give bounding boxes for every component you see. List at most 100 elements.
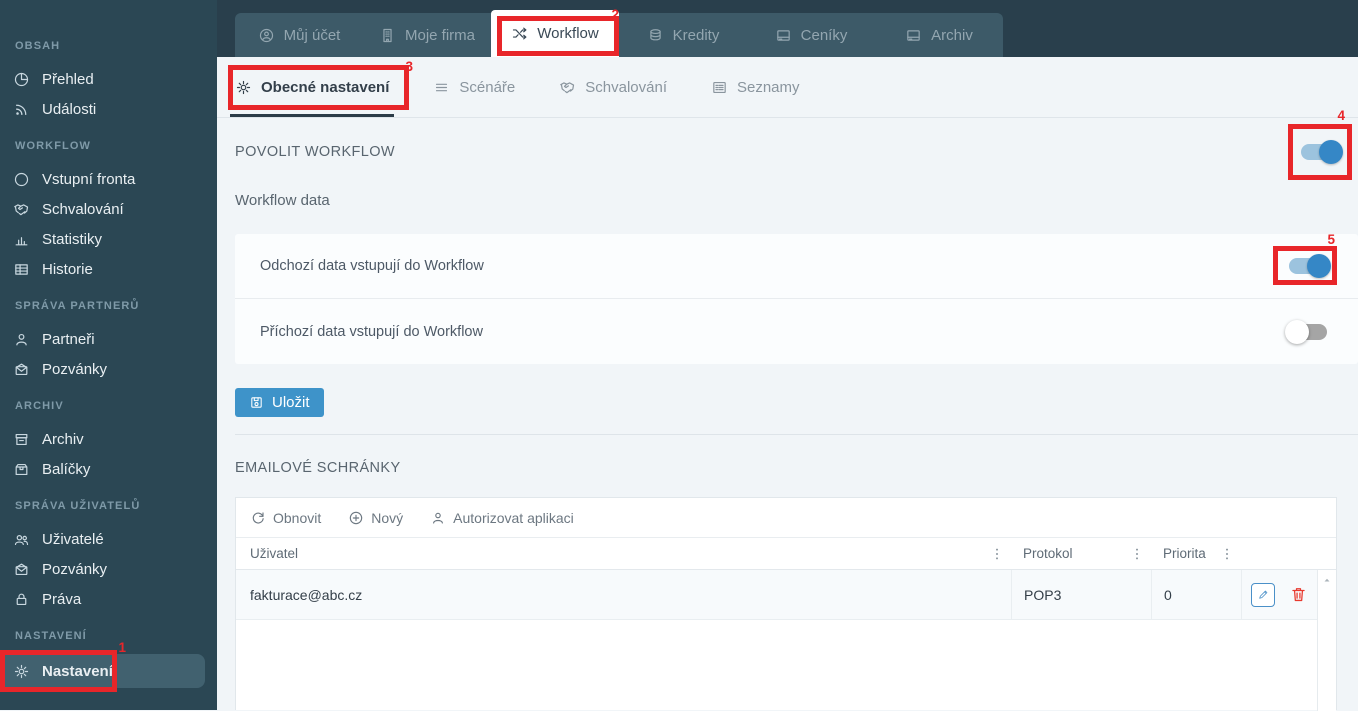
enable-workflow-toggle[interactable]: 4 (1298, 141, 1342, 163)
handshake-icon (559, 79, 576, 96)
sidebar-item-prava[interactable]: Práva (0, 584, 217, 614)
table-body: fakturace@abc.cz POP3 0 (236, 569, 1336, 711)
caret-up-icon (1322, 575, 1332, 585)
refresh-button[interactable]: Obnovit (250, 510, 321, 526)
plus-circle-icon (348, 510, 364, 526)
cell-protokol: POP3 (1011, 570, 1151, 619)
sidebar-section-sprava-partneru: SPRÁVA PARTNERŮ (0, 300, 217, 318)
subtab-bar: Obecné nastavení 3 Scénáře Schvalování S… (217, 57, 1358, 118)
trash-icon (1289, 585, 1308, 604)
sidebar-section-obsah: OBSAH (0, 40, 217, 58)
sidebar-item-nastaveni[interactable]: Nastavení 1 (0, 654, 205, 688)
mailboxes-heading: EMAILOVÉ SCHRÁNKY (235, 460, 401, 476)
person-icon (13, 331, 30, 348)
toggle-row-prichozi: Příchozí data vstupují do Workflow (235, 299, 1358, 364)
person-icon (430, 510, 446, 526)
sidebar-section-workflow: WORKFLOW (0, 140, 217, 158)
column-uzivatel: Uživatel (236, 546, 1011, 562)
refresh-icon (250, 510, 266, 526)
tab-moje-firma[interactable]: Moje firma (363, 13, 491, 57)
column-menu-icon[interactable] (989, 546, 1005, 562)
user-circle-icon (258, 27, 275, 44)
subtab-obecne-nastaveni[interactable]: Obecné nastavení 3 (235, 57, 389, 117)
odchozi-data-toggle[interactable]: 5 (1286, 255, 1330, 277)
enable-workflow-heading: POVOLIT WORKFLOW (235, 144, 395, 160)
annotation-number: 5 (1327, 233, 1335, 247)
sidebar: OBSAH Přehled Události WORKFLOW Vstupní … (0, 0, 217, 710)
gear-icon (235, 79, 252, 96)
toggle-row-label: Příchozí data vstupují do Workflow (260, 324, 483, 340)
package-icon (13, 461, 30, 478)
envelope-icon (13, 361, 30, 378)
save-button[interactable]: Uložit (235, 388, 324, 417)
people-icon (13, 531, 30, 548)
delete-button[interactable] (1289, 585, 1308, 604)
tab-kredity[interactable]: Kredity (619, 13, 747, 57)
sidebar-item-balicky[interactable]: Balíčky (0, 454, 217, 484)
pencil-icon (1257, 588, 1270, 601)
card-icon (775, 27, 792, 44)
tab-workflow[interactable]: Workflow 2 (491, 10, 619, 57)
sidebar-item-uzivatele[interactable]: Uživatelé (0, 524, 217, 554)
column-menu-icon[interactable] (1129, 546, 1145, 562)
cell-priorita: 0 (1151, 570, 1241, 619)
cell-actions (1241, 570, 1317, 619)
table-row[interactable]: fakturace@abc.cz POP3 0 (236, 570, 1317, 620)
prichozi-data-toggle[interactable] (1286, 321, 1330, 343)
subtab-scenare[interactable]: Scénáře (433, 57, 515, 117)
authorize-app-button[interactable]: Autorizovat aplikaci (430, 510, 574, 526)
menu-lines-icon (433, 79, 450, 96)
workflow-data-panel: Odchozí data vstupují do Workflow 5 Příc… (235, 234, 1358, 364)
building-icon (379, 27, 396, 44)
sidebar-section-sprava-uzivatelu: SPRÁVA UŽIVATELŮ (0, 500, 217, 518)
tab-archiv[interactable]: Archiv (875, 13, 1003, 57)
tab-muj-ucet[interactable]: Můj účet (235, 13, 363, 57)
section-divider (235, 434, 1358, 435)
shuffle-icon (511, 25, 528, 42)
sidebar-item-udalosti[interactable]: Události (0, 94, 217, 124)
table-header: Uživatel Protokol Priorita (236, 538, 1336, 569)
coins-icon (647, 27, 664, 44)
column-priorita: Priorita (1151, 546, 1241, 562)
handshake-icon (13, 201, 30, 218)
sidebar-item-schvalovani[interactable]: Schvalování (0, 194, 217, 224)
table-icon (13, 261, 30, 278)
subtab-seznamy[interactable]: Seznamy (711, 57, 800, 117)
pie-chart-icon (13, 71, 30, 88)
sidebar-item-pozvanky-uzivatele[interactable]: Pozvánky (0, 554, 217, 584)
annotation-number: 3 (405, 60, 413, 74)
cell-uzivatel: fakturace@abc.cz (236, 587, 1011, 603)
sidebar-item-prehled[interactable]: Přehled (0, 64, 217, 94)
top-bar: Můj účet Moje firma Workflow 2 Kredity C… (217, 0, 1358, 57)
mailboxes-table: Obnovit Nový Autorizovat aplikaci Uživat… (235, 497, 1337, 710)
sidebar-section-nastaveni: NASTAVENÍ (0, 630, 217, 648)
new-button[interactable]: Nový (348, 510, 403, 526)
column-menu-icon[interactable] (1219, 546, 1235, 562)
table-scrollbar[interactable] (1317, 570, 1336, 711)
rss-icon (13, 101, 30, 118)
envelope-icon (13, 561, 30, 578)
table-toolbar: Obnovit Nový Autorizovat aplikaci (236, 498, 1336, 538)
sidebar-item-pozvanky-partneri[interactable]: Pozvánky (0, 354, 217, 384)
circle-icon (13, 171, 30, 188)
edit-button[interactable] (1251, 583, 1275, 607)
toggle-row-label: Odchozí data vstupují do Workflow (260, 258, 484, 274)
bar-chart-icon (13, 231, 30, 248)
lock-icon (13, 591, 30, 608)
card-icon (905, 27, 922, 44)
list-icon (711, 79, 728, 96)
sidebar-item-partneri[interactable]: Partneři (0, 324, 217, 354)
archive-box-icon (13, 431, 30, 448)
subtab-schvalovani[interactable]: Schvalování (559, 57, 667, 117)
sidebar-item-vstupni-fronta[interactable]: Vstupní fronta (0, 164, 217, 194)
tab-bar: Můj účet Moje firma Workflow 2 Kredity C… (235, 13, 1003, 57)
sidebar-section-archiv: ARCHIV (0, 400, 217, 418)
workflow-data-heading: Workflow data (235, 192, 330, 209)
sidebar-item-statistiky[interactable]: Statistiky (0, 224, 217, 254)
annotation-number: 2 (611, 8, 619, 22)
toggle-row-odchozi: Odchozí data vstupují do Workflow 5 (235, 234, 1358, 299)
sidebar-item-archiv[interactable]: Archiv (0, 424, 217, 454)
sidebar-item-historie[interactable]: Historie (0, 254, 217, 284)
tab-ceniky[interactable]: Ceníky (747, 13, 875, 57)
column-protokol: Protokol (1011, 546, 1151, 562)
